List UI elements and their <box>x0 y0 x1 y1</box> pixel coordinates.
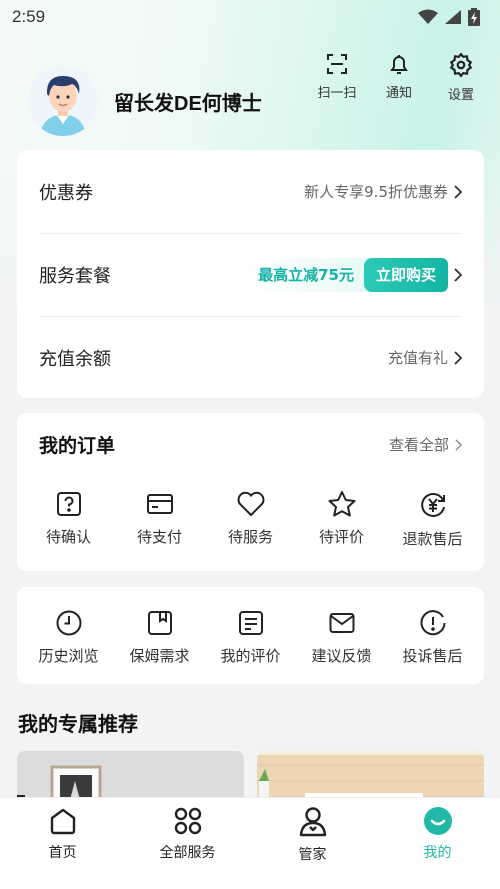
order-pending-confirm-label: 待确认 <box>45 528 91 546</box>
buy-now-button[interactable]: 立即购买 <box>363 257 448 292</box>
smile-icon <box>423 807 452 835</box>
chevron-right-icon <box>454 350 462 365</box>
order-pending-service-label: 待服务 <box>227 528 273 546</box>
my-reviews-tool[interactable]: 我的评价 <box>206 609 296 666</box>
coupon-label: 优惠券 <box>39 182 93 204</box>
feedback-tool[interactable]: 建议反馈 <box>297 609 387 666</box>
profile-header[interactable]: 留长发DE何博士 <box>28 66 262 136</box>
nav-all-services[interactable]: 全部服务 <box>133 806 243 862</box>
nav-all-services-label: 全部服务 <box>159 845 216 861</box>
recharge-value: 充值有礼 <box>387 349 448 367</box>
tools-grid: 历史浏览 保姆需求 我的评价 建议反馈 投诉售后 <box>17 609 484 666</box>
recharge-label: 充值余额 <box>39 348 111 370</box>
wifi-icon <box>418 9 438 24</box>
order-pending-confirm[interactable]: 待确认 <box>24 490 114 549</box>
chevron-right-icon <box>454 267 462 282</box>
package-promo-group: 最高立减75元 立即购买 <box>248 257 462 292</box>
nav-mine-label: 我的 <box>423 845 452 861</box>
complaint-tool-label: 投诉售后 <box>402 647 463 665</box>
mail-icon <box>329 613 354 633</box>
card-icon <box>146 494 173 514</box>
order-pending-payment-label: 待支付 <box>136 528 182 546</box>
orders-title: 我的订单 <box>39 435 116 457</box>
bookmark-icon <box>147 611 172 635</box>
order-refund[interactable]: 退款售后 <box>388 490 478 549</box>
bottom-nav: 首页 全部服务 管家 我的 <box>0 798 500 889</box>
coupon-value-group: 新人专享9.5折优惠券 <box>304 181 462 202</box>
orders-header: 我的订单 查看全部 <box>17 413 484 458</box>
alert-icon <box>420 610 445 636</box>
package-label: 服务套餐 <box>39 265 111 287</box>
nanny-demand-tool-label: 保姆需求 <box>129 647 190 665</box>
status-icons <box>418 8 480 26</box>
top-actions: 扫一扫 通知 设置 <box>316 52 482 103</box>
clock-icon <box>56 610 81 636</box>
package-promo-text: 最高立减75元 <box>258 266 354 284</box>
comment-list-icon <box>238 611 263 635</box>
scan-icon <box>327 54 347 74</box>
nanny-demand-tool[interactable]: 保姆需求 <box>115 609 205 666</box>
scan-button[interactable]: 扫一扫 <box>316 52 358 103</box>
complaint-tool[interactable]: 投诉售后 <box>388 609 478 666</box>
username[interactable]: 留长发DE何博士 <box>114 87 262 116</box>
package-row[interactable]: 服务套餐 最高立减75元 立即购买 <box>17 233 484 316</box>
scan-label: 扫一扫 <box>317 86 357 101</box>
recharge-row[interactable]: 充值余额 充值有礼 <box>17 316 484 399</box>
nav-mine[interactable]: 我的 <box>383 806 493 862</box>
home-icon <box>50 808 75 835</box>
coupon-row[interactable]: 优惠券 新人专享9.5折优惠券 <box>17 150 484 233</box>
settings-button[interactable]: 设置 <box>440 52 482 103</box>
avatar[interactable] <box>28 66 98 136</box>
order-pending-service[interactable]: 待服务 <box>206 490 296 549</box>
chevron-right-icon <box>454 184 462 199</box>
settings-label: 设置 <box>447 88 474 103</box>
notification-label: 通知 <box>385 86 412 101</box>
order-pending-payment[interactable]: 待支付 <box>115 490 205 549</box>
feedback-tool-label: 建议反馈 <box>311 647 372 665</box>
view-all-orders-link[interactable]: 查看全部 <box>389 434 462 455</box>
order-status-grid: 待确认 待支付 待服务 待评价 退款售后 <box>17 490 484 549</box>
gear-icon <box>449 52 473 78</box>
order-refund-label: 退款售后 <box>402 530 463 548</box>
star-icon <box>328 491 355 517</box>
question-box-icon <box>56 492 81 516</box>
recharge-value-group: 充值有礼 <box>388 347 462 368</box>
signal-icon <box>445 10 461 24</box>
order-pending-review[interactable]: 待评价 <box>297 490 387 549</box>
coupon-value: 新人专享9.5折优惠券 <box>304 183 448 201</box>
history-tool[interactable]: 历史浏览 <box>24 609 114 666</box>
recommend-title: 我的专属推荐 <box>18 712 138 736</box>
nav-butler-label: 管家 <box>298 847 327 863</box>
chevron-right-icon <box>455 438 462 451</box>
bell-icon <box>390 55 408 74</box>
nav-butler[interactable]: 管家 <box>258 806 368 864</box>
history-tool-label: 历史浏览 <box>38 647 99 665</box>
butler-icon <box>299 807 326 837</box>
notification-button[interactable]: 通知 <box>378 52 420 103</box>
nav-home-label: 首页 <box>48 845 77 861</box>
tools-card: 历史浏览 保姆需求 我的评价 建议反馈 投诉售后 <box>17 587 484 684</box>
nav-home[interactable]: 首页 <box>8 806 118 862</box>
order-pending-review-label: 待评价 <box>318 528 364 546</box>
refund-icon <box>420 493 445 517</box>
status-time: 2:59 <box>12 7 46 26</box>
orders-card: 我的订单 查看全部 待确认 待支付 待服务 待评价 退款售后 <box>17 413 484 571</box>
status-bar: 2:59 <box>0 0 500 34</box>
my-reviews-tool-label: 我的评价 <box>220 647 281 665</box>
heart-icon <box>237 491 264 517</box>
benefits-card: 优惠券 新人专享9.5折优惠券 服务套餐 最高立减75元 立即购买 充值余额 充… <box>17 150 484 398</box>
battery-icon <box>468 8 480 26</box>
package-promo-pill[interactable]: 最高立减75元 立即购买 <box>248 257 448 292</box>
view-all-label: 查看全部 <box>388 436 449 454</box>
grid-icon <box>174 807 201 835</box>
